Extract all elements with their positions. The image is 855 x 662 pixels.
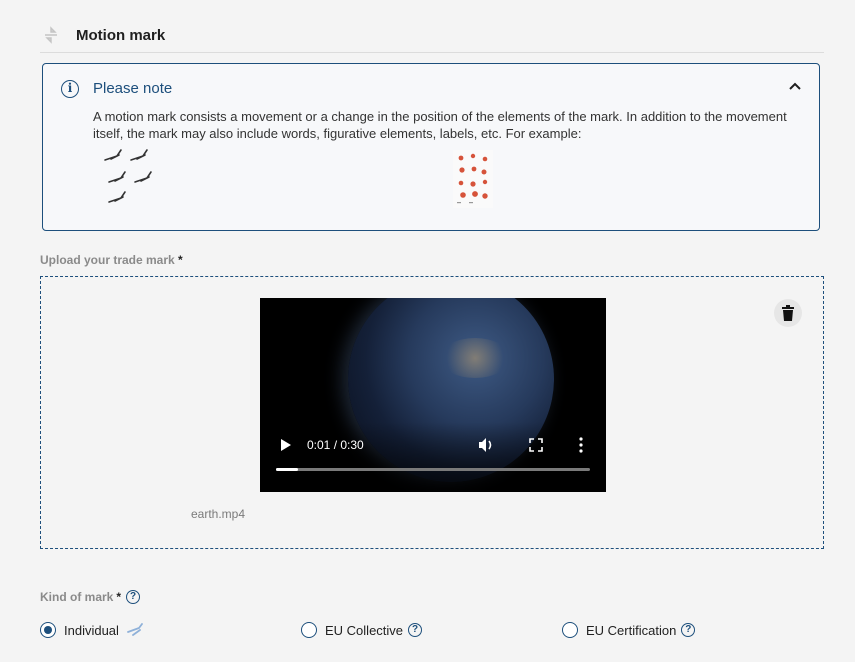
motion-mark-icon: [42, 25, 62, 45]
info-icon: i: [61, 80, 79, 98]
section-header: Motion mark: [40, 18, 824, 53]
more-options-icon[interactable]: [578, 437, 584, 453]
trash-icon: [782, 305, 794, 321]
fullscreen-icon[interactable]: [529, 438, 543, 452]
video-time: 0:01 / 0:30: [307, 438, 364, 452]
kind-of-mark-radio-group: Individual EU Collective ? EU Certificat…: [40, 622, 824, 644]
upload-dropzone[interactable]: 0:01 / 0:30 earth.mp4: [40, 276, 824, 549]
radio-individual[interactable]: Individual: [40, 622, 147, 638]
radio-button[interactable]: [562, 622, 578, 638]
file-name: earth.mp4: [191, 507, 246, 521]
example-image-birds: [103, 148, 163, 210]
chevron-up-icon[interactable]: [787, 78, 803, 94]
radio-label: EU Certification: [586, 622, 677, 638]
section-title: Motion mark: [76, 26, 166, 44]
video-progress-fill: [276, 468, 298, 471]
required-marker: *: [116, 590, 122, 604]
radio-label: Individual: [64, 622, 119, 638]
play-icon[interactable]: [280, 438, 292, 452]
video-player[interactable]: 0:01 / 0:30: [260, 298, 606, 492]
radio-label: EU Collective: [325, 622, 404, 638]
radio-eu-certification[interactable]: EU Certification ?: [562, 622, 696, 638]
required-marker: *: [178, 253, 183, 267]
radio-button[interactable]: [40, 622, 56, 638]
individual-mark-icon: [127, 623, 143, 636]
upload-label-text: Upload your trade mark: [40, 253, 175, 267]
help-icon[interactable]: ?: [408, 623, 423, 637]
kind-label-text: Kind of mark: [40, 590, 114, 604]
radio-button[interactable]: [301, 622, 317, 638]
radio-eu-collective[interactable]: EU Collective ?: [301, 622, 423, 638]
video-progress-track[interactable]: [276, 468, 590, 471]
upload-label: Upload your trade mark *: [40, 253, 183, 267]
please-note-panel: i Please note A motion mark consists a m…: [42, 63, 820, 231]
note-body: A motion mark consists a movement or a c…: [93, 109, 787, 141]
delete-button[interactable]: [774, 299, 802, 327]
help-icon[interactable]: ?: [126, 590, 141, 604]
kind-of-mark-label: Kind of mark * ?: [40, 590, 141, 604]
note-title: Please note: [93, 80, 173, 97]
help-icon[interactable]: ?: [681, 623, 696, 637]
volume-icon[interactable]: [478, 437, 496, 453]
example-image-flipbook: [453, 150, 493, 208]
